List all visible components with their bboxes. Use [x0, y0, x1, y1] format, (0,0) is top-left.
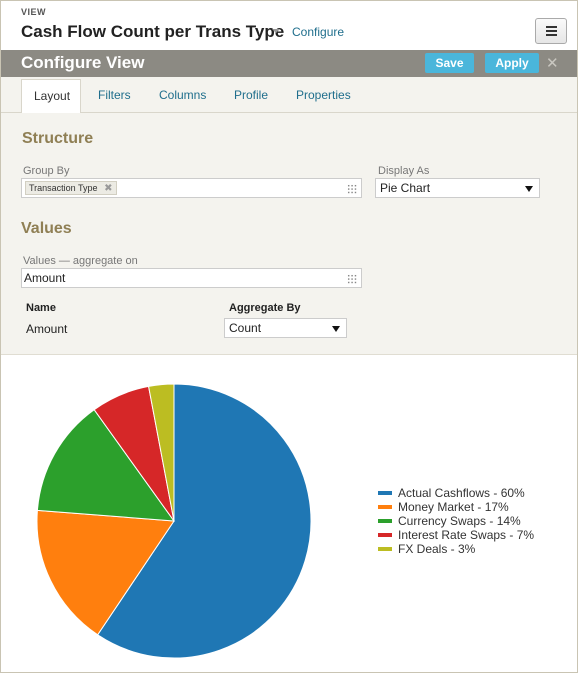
close-icon[interactable]: ✕ — [546, 54, 559, 72]
save-button[interactable]: Save — [425, 53, 474, 73]
hamburger-menu-button[interactable] — [535, 18, 567, 44]
legend-swatch — [378, 547, 392, 551]
column-header-name: Name — [26, 302, 56, 314]
legend-label: Money Market - 17% — [398, 500, 509, 514]
configure-title: Configure View — [21, 53, 145, 72]
values-label: Values — aggregate on — [23, 255, 138, 267]
structure-heading: Structure — [22, 130, 94, 147]
group-by-token: Transaction Type ✖ — [25, 181, 117, 195]
tab-profile[interactable]: Profile — [234, 88, 268, 102]
legend-label: Currency Swaps - 14% — [398, 514, 521, 528]
legend-swatch — [378, 533, 392, 537]
field-picker-icon[interactable] — [347, 184, 357, 194]
legend-label: Interest Rate Swaps - 7% — [398, 528, 535, 542]
aggregate-select[interactable]: Count — [224, 318, 347, 338]
group-by-label: Group By — [23, 165, 70, 177]
display-as-select[interactable]: Pie Chart — [375, 178, 540, 198]
tab-filters[interactable]: Filters — [98, 88, 131, 102]
tab-columns[interactable]: Columns — [159, 88, 206, 102]
chevron-down-icon — [332, 326, 340, 332]
group-by-input[interactable]: Transaction Type ✖ — [21, 178, 362, 198]
legend-swatch — [378, 491, 392, 495]
legend-label: FX Deals - 3% — [398, 542, 476, 556]
configure-link[interactable]: Configure — [292, 25, 344, 39]
column-header-aggregate: Aggregate By — [229, 302, 301, 314]
title-dropdown-icon[interactable] — [272, 29, 280, 33]
chevron-down-icon — [525, 186, 533, 192]
apply-button[interactable]: Apply — [485, 53, 539, 73]
values-heading: Values — [21, 220, 72, 237]
value-row-name: Amount — [26, 322, 68, 336]
remove-token-icon[interactable]: ✖ — [104, 182, 112, 195]
view-title: Cash Flow Count per Trans Type — [21, 22, 285, 41]
view-eyebrow: VIEW — [21, 7, 47, 17]
tab-layout[interactable]: Layout — [21, 79, 81, 113]
legend-label: Actual Cashflows - 60% — [398, 486, 525, 500]
field-picker-icon[interactable] — [347, 274, 357, 284]
display-as-label: Display As — [378, 165, 430, 177]
tab-properties[interactable]: Properties — [296, 88, 351, 102]
values-input[interactable]: Amount — [21, 268, 362, 288]
legend-swatch — [378, 519, 392, 523]
hamburger-icon — [546, 26, 557, 28]
legend-swatch — [378, 505, 392, 509]
